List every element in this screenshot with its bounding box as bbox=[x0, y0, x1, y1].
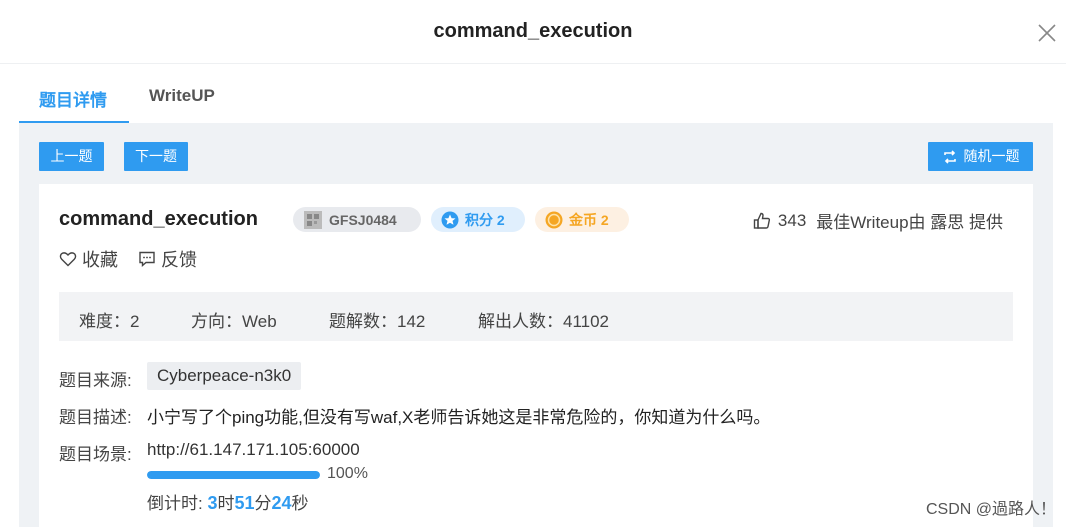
next-challenge-button[interactable]: 下一题 bbox=[124, 142, 188, 171]
scene-url-link[interactable]: http://61.147.171.105:60000 bbox=[147, 440, 360, 460]
tab-details[interactable]: 题目详情 bbox=[39, 86, 107, 111]
qr-icon bbox=[304, 210, 322, 229]
challenge-stats: 难度：2 方向：Web 题解数：142 解出人数：41102 bbox=[59, 292, 1013, 341]
content-panel: 上一题 下一题 随机一题 command_execution GFSJ0484 bbox=[19, 123, 1053, 527]
coin-badge: 金币 2 bbox=[535, 207, 629, 232]
coin-icon bbox=[545, 211, 563, 228]
likes-count: 343 bbox=[777, 210, 807, 230]
source-label: 题目来源: bbox=[59, 371, 132, 390]
score-value: 积分 2 bbox=[465, 211, 505, 228]
countdown-timer: 倒计时: 3时51分24秒 bbox=[147, 489, 309, 514]
countdown-hours-unit: 时 bbox=[217, 494, 235, 513]
tab-bar: 题目详情 WriteUP bbox=[19, 64, 1053, 124]
countdown-minutes: 51 bbox=[234, 493, 255, 513]
countdown-prefix: 倒计时: bbox=[147, 494, 208, 513]
countdown-seconds-unit: 秒 bbox=[291, 494, 309, 513]
scene-progress-fill bbox=[147, 471, 320, 479]
modal-header: command_execution bbox=[0, 0, 1066, 64]
tab-writeup[interactable]: WriteUP bbox=[149, 86, 215, 106]
shuffle-icon bbox=[943, 149, 956, 164]
random-challenge-label: 随机一题 bbox=[963, 148, 1020, 164]
scene-progress-text: 100% bbox=[327, 465, 368, 482]
challenge-title: command_execution bbox=[59, 208, 258, 230]
score-badge: 积分 2 bbox=[431, 207, 525, 232]
heart-icon bbox=[59, 252, 77, 267]
close-icon[interactable] bbox=[1036, 22, 1058, 44]
likes-area: 343 最佳Writeup由 露思 提供 bbox=[752, 208, 1003, 233]
countdown-hours: 3 bbox=[207, 493, 218, 513]
random-challenge-button[interactable]: 随机一题 bbox=[928, 142, 1033, 171]
thumbs-up-icon[interactable] bbox=[752, 211, 772, 231]
coin-value: 金币 2 bbox=[569, 211, 609, 228]
scene-progress-bar bbox=[147, 471, 320, 479]
solves-stat: 题解数：142 bbox=[329, 312, 426, 331]
challenge-actions: 收藏 反馈 bbox=[59, 246, 197, 272]
source-tag: Cyberpeace-n3k0 bbox=[147, 362, 302, 390]
watermark: CSDN @過路人！ bbox=[925, 501, 1056, 518]
writeup-credit[interactable]: 最佳Writeup由 露思 提供 bbox=[816, 208, 1003, 233]
description-label: 题目描述: bbox=[59, 408, 132, 427]
direction-stat: 方向：Web bbox=[191, 312, 277, 331]
modal-title: command_execution bbox=[433, 20, 633, 42]
description-text: 小宁写了个ping功能,但没有写waf,X老师告诉她这是非常危险的，你知道为什么… bbox=[147, 408, 771, 427]
challenge-id: GFSJ0484 bbox=[329, 211, 397, 228]
favorite-label: 收藏 bbox=[82, 250, 118, 270]
feedback-icon bbox=[139, 251, 155, 268]
scene-label: 题目场景: bbox=[59, 445, 132, 464]
prev-challenge-button[interactable]: 上一题 bbox=[39, 142, 104, 171]
star-icon bbox=[441, 211, 459, 228]
countdown-minutes-unit: 分 bbox=[254, 494, 272, 513]
feedback-label: 反馈 bbox=[161, 250, 197, 270]
countdown-seconds: 24 bbox=[271, 493, 292, 513]
favorite-button[interactable]: 收藏 bbox=[59, 246, 118, 272]
challenge-card: command_execution GFSJ0484 积分 2 金币 2 343… bbox=[39, 184, 1033, 527]
challenge-id-badge: GFSJ0484 bbox=[293, 207, 421, 232]
difficulty-stat: 难度：2 bbox=[79, 312, 140, 331]
feedback-button[interactable]: 反馈 bbox=[138, 246, 197, 272]
solvers-stat: 解出人数：41102 bbox=[478, 312, 610, 331]
